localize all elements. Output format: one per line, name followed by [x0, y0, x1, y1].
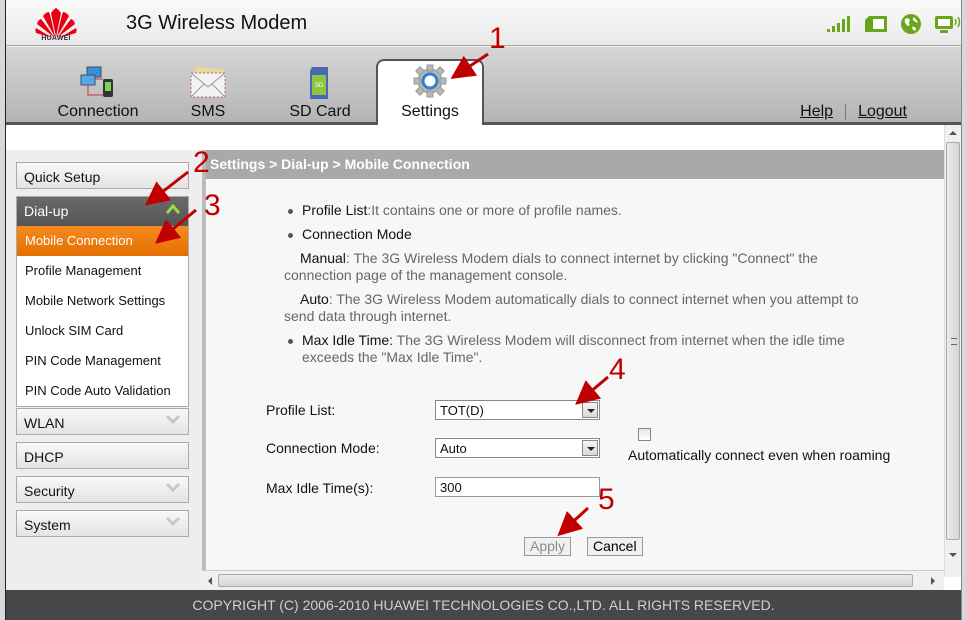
- window-right-edge: [961, 0, 966, 620]
- dropdown-arrow-icon: [582, 440, 598, 456]
- logout-link[interactable]: Logout: [858, 103, 907, 121]
- scrollbar-thumb[interactable]: [218, 574, 913, 587]
- cancel-button[interactable]: Cancel: [587, 537, 643, 556]
- browser-window: HUAWEI 3G Wireless Modem Connection SMS …: [0, 0, 966, 620]
- connection-icon: [80, 66, 113, 97]
- sidebar-item-label: DHCP: [24, 449, 64, 465]
- help-manual: Manual: The 3G Wireless Modem dials to c…: [284, 250, 818, 283]
- sidebar-item-security[interactable]: Security: [16, 476, 189, 503]
- breadcrumb: Settings > Dial-up > Mobile Connection: [206, 150, 944, 179]
- connection-mode-label: Connection Mode:: [266, 440, 380, 456]
- chevron-down-icon: [166, 414, 180, 424]
- sidebar-item-label: Mobile Network Settings: [25, 293, 166, 308]
- tab-sd-card[interactable]: SD SD Card: [266, 61, 374, 123]
- sidebar-item-label: Profile Management: [25, 263, 142, 278]
- sidebar-item-label: WLAN: [24, 415, 65, 431]
- brand-name: HUAWEI: [41, 35, 71, 42]
- status-icons: [827, 14, 961, 34]
- annotation-step-1: 1: [489, 22, 506, 55]
- sidebar-item-mobile-connection[interactable]: Mobile Connection: [17, 226, 188, 256]
- connection-mode-value: Auto: [440, 441, 467, 456]
- tab-label: Connection: [57, 103, 139, 120]
- sidebar-item-pin-code-management[interactable]: PIN Code Management: [17, 346, 188, 376]
- sidebar: Quick Setup Dial-up Mobile Connection Pr…: [6, 150, 202, 590]
- sidebar-item-dhcp[interactable]: DHCP: [16, 442, 189, 469]
- main-panel: Settings > Dial-up > Mobile Connection P…: [202, 150, 944, 570]
- chevron-down-icon: [166, 516, 180, 526]
- sidebar-item-label: Dial-up: [24, 203, 69, 219]
- sidebar-item-mobile-network-settings[interactable]: Mobile Network Settings: [17, 286, 188, 316]
- max-idle-time-label: Max Idle Time(s):: [266, 480, 374, 496]
- apply-button[interactable]: Apply: [524, 537, 572, 556]
- help-text: Profile List:It contains one or more of …: [284, 202, 884, 373]
- sidebar-item-label: PIN Code Management: [25, 353, 161, 368]
- help-auto: Auto: The 3G Wireless Modem automaticall…: [284, 291, 859, 324]
- help-profile-list: Profile List:It contains one or more of …: [284, 202, 884, 219]
- sidebar-item-label: System: [24, 517, 71, 533]
- envelope-icon: [190, 66, 226, 98]
- scroll-down-arrow-icon[interactable]: [949, 553, 957, 557]
- sidebar-item-dialup[interactable]: Dial-up: [17, 197, 188, 226]
- profile-list-value: TOT(D): [440, 403, 484, 418]
- sidebar-group-dialup: Dial-up Mobile Connection Profile Manage…: [16, 196, 189, 407]
- scrollbar-thumb[interactable]: [946, 142, 960, 540]
- sidebar-item-label: Quick Setup: [24, 169, 101, 185]
- sidebar-item-pin-code-auto-validation[interactable]: PIN Code Auto Validation: [17, 376, 188, 406]
- content-area: Quick Setup Dial-up Mobile Connection Pr…: [6, 125, 961, 590]
- tab-label: SMS: [190, 103, 226, 120]
- sidebar-item-label: Unlock SIM Card: [25, 323, 124, 338]
- roaming-checkbox[interactable]: [638, 428, 651, 441]
- profile-list-label: Profile List:: [266, 402, 336, 418]
- nav-links: Help Logout: [800, 103, 907, 121]
- svg-text:SD: SD: [315, 83, 324, 89]
- sidebar-item-label: Security: [24, 483, 75, 499]
- grip-icon: [951, 338, 957, 345]
- sim-card-icon: [865, 16, 887, 32]
- sidebar-item-system[interactable]: System: [16, 510, 189, 537]
- sidebar-item-label: PIN Code Auto Validation: [25, 383, 171, 398]
- help-link[interactable]: Help: [800, 103, 833, 121]
- annotation-step-2: 2: [193, 146, 210, 179]
- sidebar-item-wlan[interactable]: WLAN: [16, 408, 189, 435]
- tab-settings[interactable]: Settings: [376, 59, 484, 125]
- chevron-down-icon: [166, 482, 180, 492]
- signal-strength-icon: [827, 16, 850, 32]
- dropdown-arrow-icon: [582, 402, 598, 418]
- sd-card-icon: SD: [310, 67, 328, 99]
- roaming-label: Automatically connect even when roaming: [628, 447, 891, 463]
- app-title: 3G Wireless Modem: [126, 12, 308, 34]
- sidebar-item-profile-management[interactable]: Profile Management: [17, 256, 188, 286]
- gear-icon: [413, 64, 447, 98]
- sidebar-item-unlock-sim-card[interactable]: Unlock SIM Card: [17, 316, 188, 346]
- max-idle-time-input[interactable]: 300: [435, 477, 600, 497]
- tab-label: SD Card: [289, 103, 351, 120]
- tab-sms[interactable]: SMS: [154, 61, 262, 123]
- tab-connection[interactable]: Connection: [44, 61, 152, 123]
- annotation-step-5: 5: [598, 483, 615, 516]
- chevron-up-icon: [166, 204, 180, 214]
- profile-list-select[interactable]: TOT(D): [435, 400, 600, 420]
- annotation-step-4: 4: [609, 353, 626, 386]
- scroll-left-arrow-icon[interactable]: [208, 577, 212, 585]
- tab-label: Settings: [401, 103, 459, 120]
- annotation-step-3: 3: [204, 189, 221, 222]
- help-connection-mode: Connection Mode: [284, 226, 884, 243]
- main-nav: Connection SMS SD SD Card Settings Help …: [6, 47, 961, 125]
- scroll-right-arrow-icon[interactable]: [931, 577, 935, 585]
- scroll-up-arrow-icon[interactable]: [949, 131, 957, 135]
- sidebar-item-quick-setup[interactable]: Quick Setup: [16, 162, 189, 189]
- sidebar-item-label: Mobile Connection: [25, 233, 133, 248]
- connection-mode-select[interactable]: Auto: [435, 438, 600, 458]
- footer: COPYRIGHT (C) 2006-2010 HUAWEI TECHNOLOG…: [6, 590, 961, 620]
- horizontal-scrollbar[interactable]: [202, 570, 944, 590]
- wireless-device-icon: [935, 16, 961, 33]
- app-header: HUAWEI 3G Wireless Modem: [6, 0, 961, 46]
- help-max-idle: Max Idle Time: The 3G Wireless Modem wil…: [284, 332, 884, 366]
- nav-link-divider: [845, 104, 847, 120]
- vertical-scrollbar[interactable]: [944, 125, 961, 577]
- internet-globe-icon: [901, 14, 921, 34]
